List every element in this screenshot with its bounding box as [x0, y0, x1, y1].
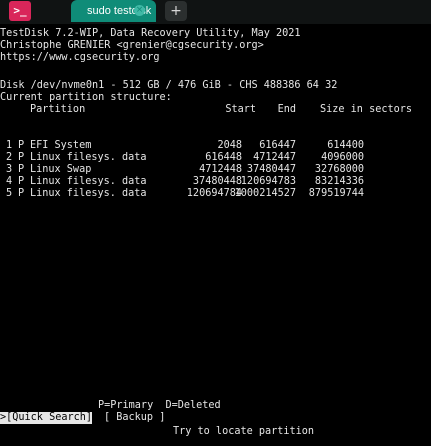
quick-search-button[interactable]: >[Quick Search] [0, 412, 93, 424]
tab-sudo-testdisk[interactable]: sudo testdisk × [71, 0, 156, 22]
menu-bar: >[Quick Search] [ Backup ] [0, 412, 431, 424]
row-type: P [18, 152, 25, 163]
row-num: 4 [6, 176, 13, 187]
row-size: 614400 [327, 140, 364, 151]
row-num: 2 [6, 152, 13, 163]
structure-label: Current partition structure: [0, 92, 172, 103]
header-line-3: https://www.cgsecurity.org [0, 52, 160, 63]
close-icon[interactable]: × [134, 5, 145, 16]
row-num: 1 [6, 140, 13, 151]
row-type: P [18, 140, 25, 151]
legend: P=Primary D=Deleted [98, 400, 221, 411]
col-end: End [277, 104, 296, 115]
row-size: 879519744 [308, 188, 364, 199]
table-row[interactable]: 5 P Linux filesys. data 120694784 100021… [0, 188, 431, 200]
table-row[interactable]: 1 P EFI System 2048 616447 614400 [0, 140, 431, 152]
row-name: Linux filesys. data [30, 152, 147, 163]
row-type: P [18, 176, 25, 187]
row-name: Linux filesys. data [30, 188, 147, 199]
header-line-1: TestDisk 7.2-WIP, Data Recovery Utility,… [0, 28, 301, 39]
row-name: Linux Swap [30, 164, 92, 175]
col-partition: Partition [30, 104, 86, 115]
row-num: 3 [6, 164, 13, 175]
table-row[interactable]: 3 P Linux Swap 4712448 37480447 32768000 [0, 164, 431, 176]
row-name: EFI System [30, 140, 92, 151]
col-size: Size in sectors [320, 104, 413, 115]
table-row[interactable]: 4 P Linux filesys. data 37480448 1206947… [0, 176, 431, 188]
terminal-content[interactable]: TestDisk 7.2-WIP, Data Recovery Utility,… [0, 24, 431, 446]
row-type: P [18, 188, 25, 199]
terminal-app-icon[interactable]: >_ [9, 1, 31, 21]
disk-info: Disk /dev/nvme0n1 - 512 GB / 476 GiB - C… [0, 80, 338, 91]
table-row[interactable]: 2 P Linux filesys. data 616448 4712447 4… [0, 152, 431, 164]
header-line-2: Christophe GRENIER <grenier@cgsecurity.o… [0, 40, 264, 51]
terminal-window: >_ sudo testdisk × + TestDisk 7.2-WIP, D… [0, 0, 431, 446]
row-size: 4096000 [321, 152, 364, 163]
table-header: Partition Start End Size in sectors [0, 104, 431, 116]
row-type: P [18, 164, 25, 175]
new-tab-button[interactable]: + [165, 1, 187, 21]
row-num: 5 [6, 188, 13, 199]
hint-text: Try to locate partition [173, 426, 315, 437]
backup-button[interactable]: [ Backup ] [104, 412, 165, 424]
row-size: 83214336 [314, 176, 364, 187]
row-size: 32768000 [314, 164, 364, 175]
tab-bar: >_ sudo testdisk × + [0, 0, 431, 24]
row-name: Linux filesys. data [30, 176, 147, 187]
